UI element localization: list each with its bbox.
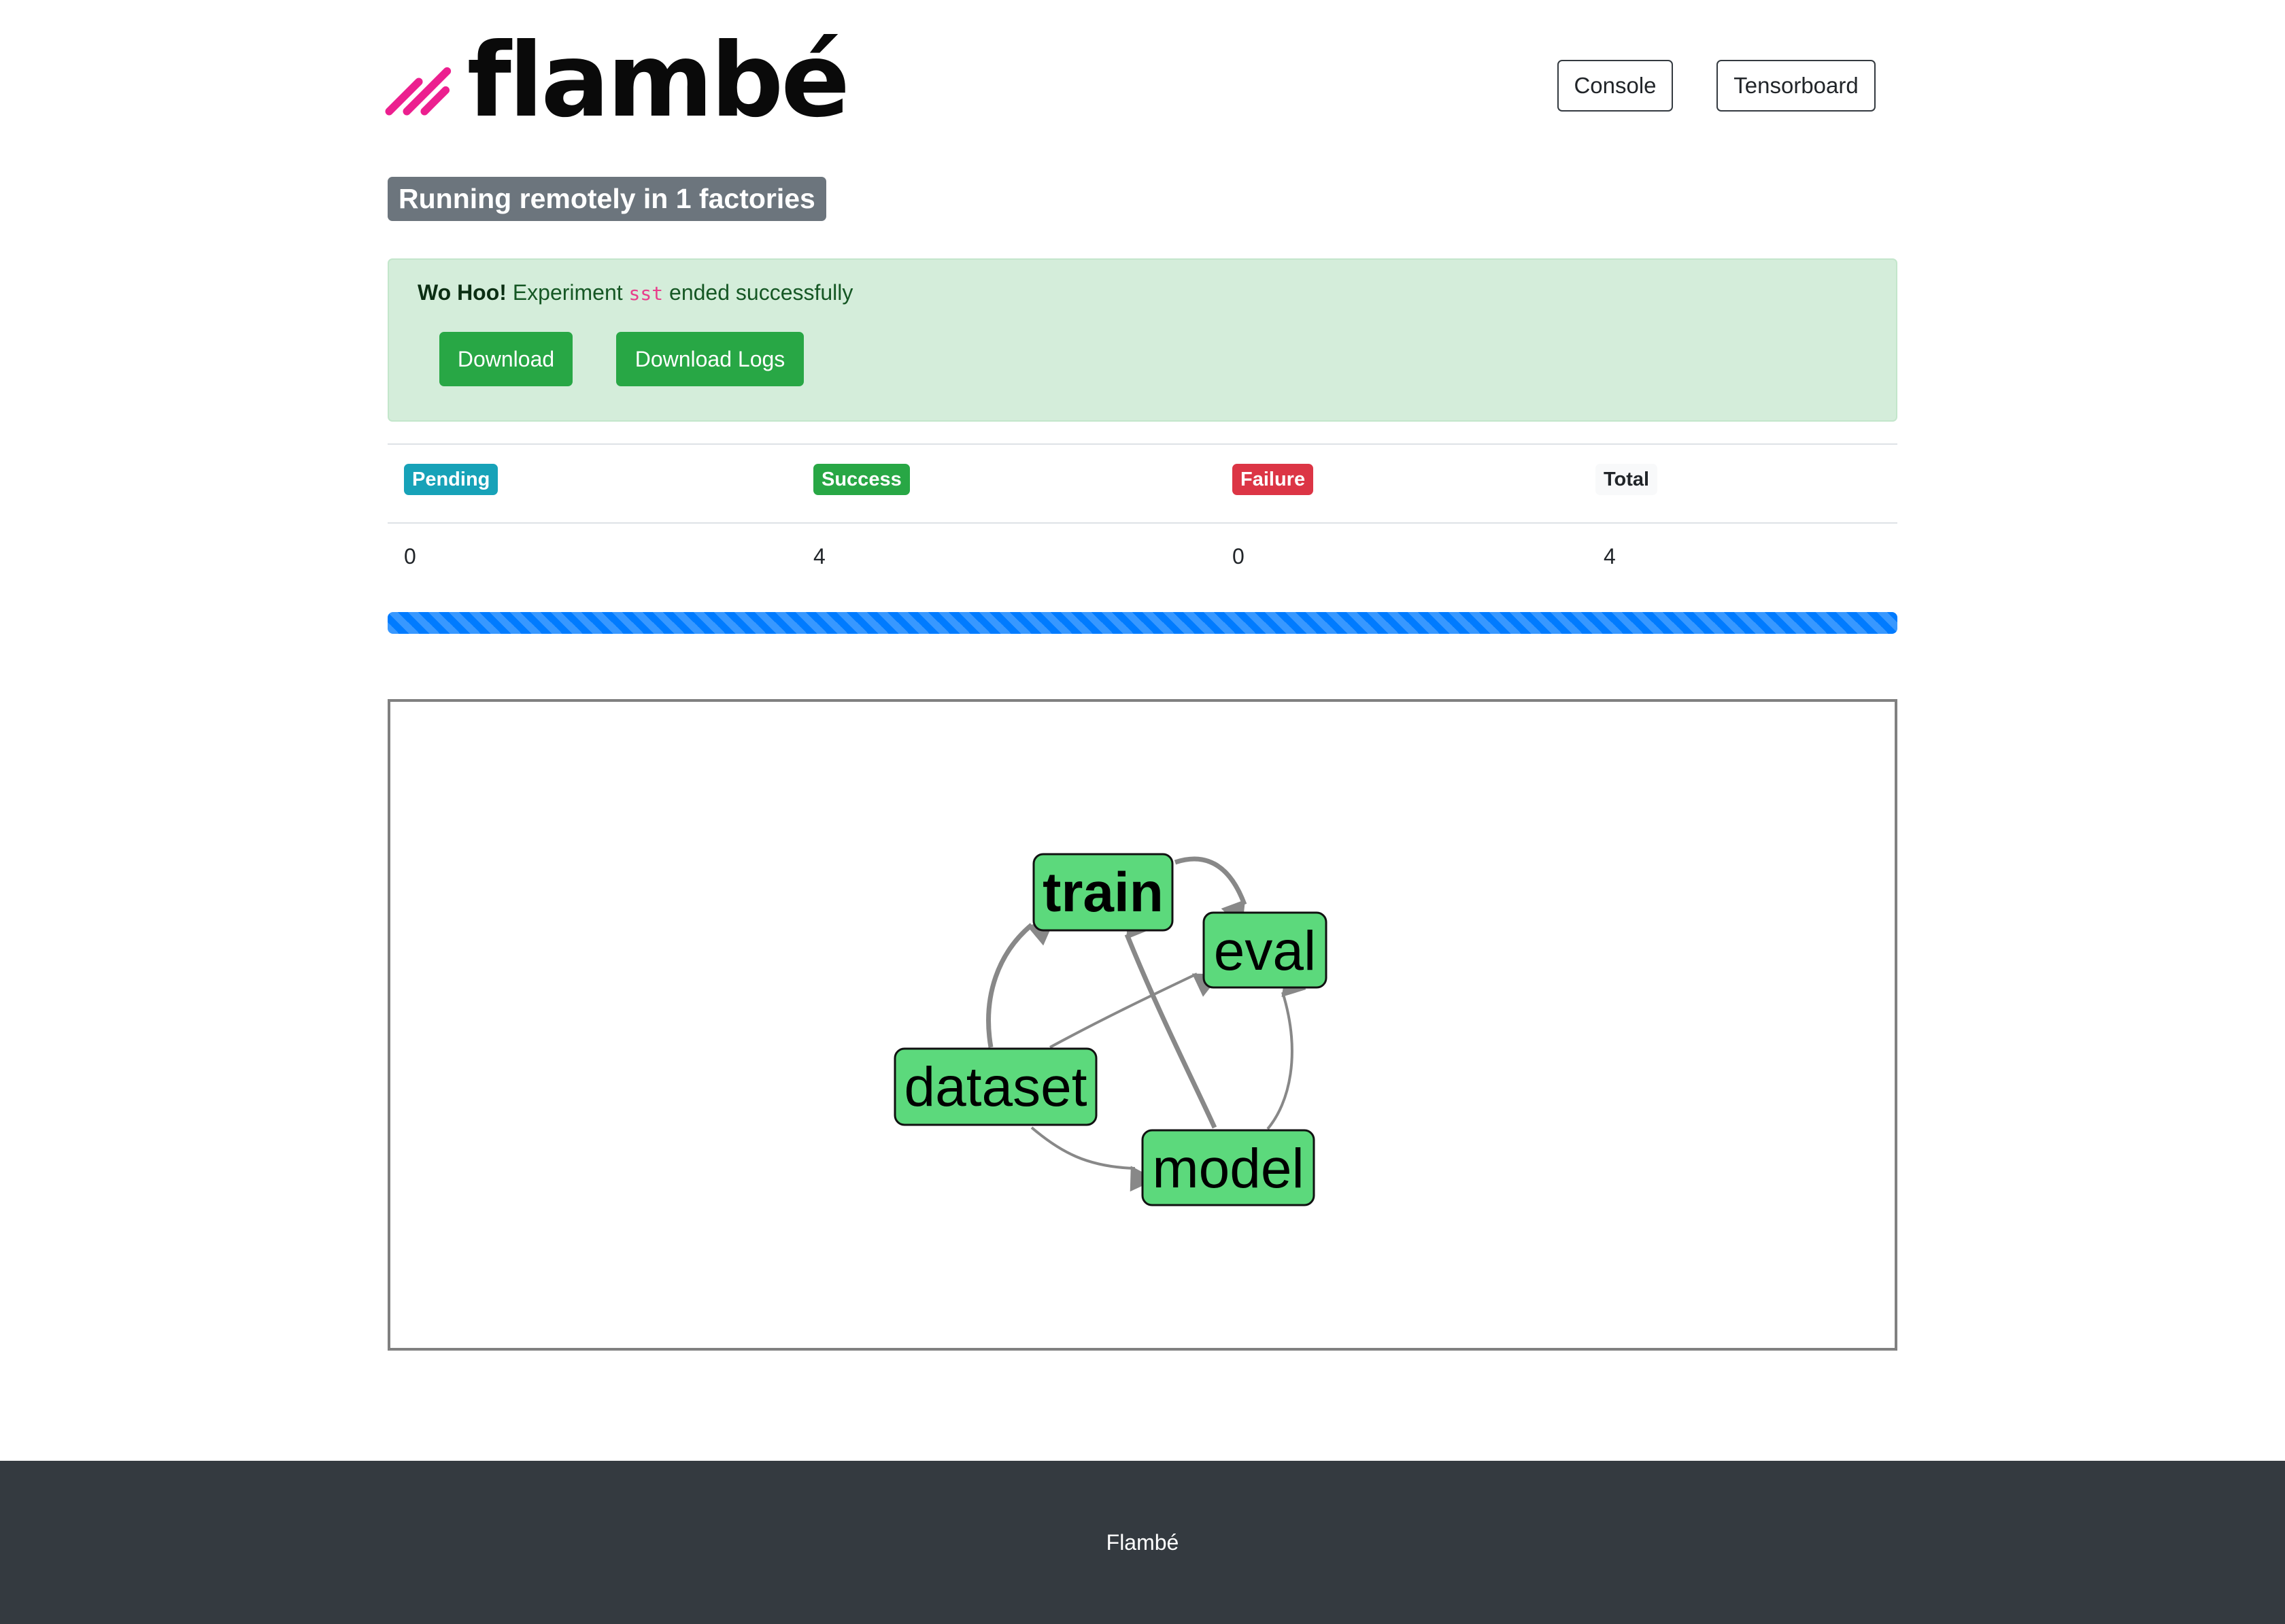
node-dataset[interactable]: dataset (894, 1047, 1098, 1126)
pending-badge: Pending (404, 464, 498, 495)
edge-dataset-model (1030, 1126, 1157, 1192)
download-button[interactable]: Download (439, 332, 573, 386)
logo-slashes-icon (385, 67, 452, 116)
logo-text: flambé (467, 22, 850, 140)
alert-text-prefix: Experiment (506, 280, 629, 305)
edge-train-eval (1174, 856, 1247, 928)
alert-text-suffix: ended successfully (663, 280, 853, 305)
progress-fill (388, 612, 1897, 634)
alert-heading: Wo Hoo! (418, 280, 507, 305)
flambe-logo: flambé (385, 22, 850, 146)
success-badge: Success (813, 464, 910, 495)
node-eval-label: eval (1214, 920, 1316, 982)
progress-bar (388, 612, 1897, 634)
node-train[interactable]: train (1032, 853, 1174, 932)
edge-dataset-train (986, 919, 1055, 1048)
success-count: 4 (813, 544, 826, 569)
table-top-rule (388, 443, 1897, 445)
edge-dataset-eval (1049, 972, 1221, 1049)
status-badge: Running remotely in 1 factories (388, 177, 826, 221)
footer: Flambé (0, 1461, 2285, 1624)
pending-count: 0 (404, 544, 416, 569)
tensorboard-button[interactable]: Tensorboard (1716, 60, 1876, 112)
node-model-label: model (1152, 1138, 1304, 1200)
table-header-rule (388, 522, 1897, 524)
node-model[interactable]: model (1141, 1129, 1315, 1206)
total-count: 4 (1604, 544, 1616, 569)
node-train-label: train (1043, 862, 1164, 924)
graph-canvas: train eval dataset model (894, 853, 1327, 1206)
node-eval[interactable]: eval (1202, 911, 1327, 989)
failure-count: 0 (1232, 544, 1245, 569)
footer-text: Flambé (1106, 1529, 1179, 1555)
total-badge: Total (1595, 464, 1658, 495)
experiment-name: sst (628, 282, 664, 305)
failure-badge: Failure (1232, 464, 1314, 495)
node-dataset-label: dataset (904, 1056, 1087, 1118)
pipeline-graph: train eval dataset model (388, 699, 1897, 1351)
download-logs-button[interactable]: Download Logs (616, 332, 804, 386)
success-alert: Wo Hoo! Experiment sst ended successfull… (388, 258, 1897, 422)
edge-model-eval (1266, 968, 1306, 1130)
alert-message: Wo Hoo! Experiment sst ended successfull… (418, 280, 853, 305)
console-button[interactable]: Console (1557, 60, 1673, 112)
edge-model-train (1124, 911, 1217, 1129)
